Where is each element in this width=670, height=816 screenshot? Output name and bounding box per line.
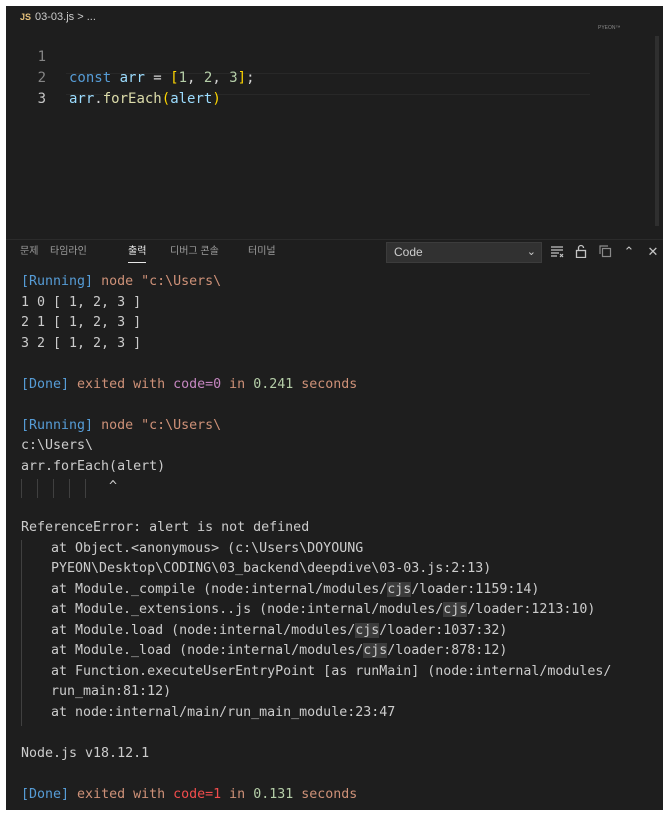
tab-debug-console[interactable]: 디버그 콘솔 <box>170 245 219 259</box>
minimap[interactable]: PYEON™ <box>598 25 621 31</box>
output-line: 1 0 [ 1, 2, 3 ] <box>21 295 142 310</box>
indent-guide <box>85 479 86 498</box>
code-text[interactable]: arr.forEach(alert) <box>69 89 221 110</box>
indent-guide <box>37 479 38 498</box>
breadcrumb-symbol[interactable]: ... <box>87 11 96 23</box>
output-line: at node:internal/main/run_main_module:23… <box>51 705 396 720</box>
code-line-2[interactable]: 2 arr.forEach(alert) <box>6 47 221 107</box>
output-line: [Done] exited with code=1 in 0.131 secon… <box>21 787 358 802</box>
maximize-panel-icon[interactable]: ⌃ <box>621 244 637 260</box>
vscode-window: JS 03-03.js > ... PYEON™ 1 const arr = [1… <box>6 6 663 810</box>
output-line: [Done] exited with code=0 in 0.241 secon… <box>21 377 358 392</box>
javascript-file-icon: JS <box>20 12 32 22</box>
output-channel-select[interactable]: Code ⌄ <box>386 242 542 263</box>
tab-problems[interactable]: 문제 <box>20 245 38 259</box>
output-line: at Module._load (node:internal/modules/c… <box>51 643 508 658</box>
output-line: at Function.executeUserEntryPoint [as ru… <box>51 664 612 679</box>
code-text[interactable]: const arr = [1, 2, 3]; <box>69 68 255 89</box>
copy-icon[interactable] <box>597 244 613 260</box>
code-line-1[interactable]: 1 const arr = [1, 2, 3]; <box>6 26 255 86</box>
output-line: at Module.load (node:internal/modules/cj… <box>51 623 508 638</box>
output-line: at Module._compile (node:internal/module… <box>51 582 540 597</box>
output-line: c:\Users\ <box>21 438 94 453</box>
output-channel-value: Code <box>394 245 423 259</box>
chevron-down-icon: ⌄ <box>526 246 536 258</box>
output-line: [Running] node "c:\Users\ <box>21 274 222 289</box>
output-line: Node.js v18.12.1 <box>21 746 150 761</box>
clear-output-icon[interactable] <box>549 244 565 260</box>
tab-terminal[interactable]: 터미널 <box>248 245 276 259</box>
tab-timeline[interactable]: 타임라인 <box>50 245 87 259</box>
output-panel[interactable]: [Running] node "c:\Users\ 1 0 [ 1, 2, 3 … <box>6 268 663 810</box>
chevron-right-icon: > <box>77 11 84 23</box>
indent-guide <box>21 479 22 498</box>
lock-scroll-icon[interactable] <box>573 244 589 260</box>
panel-divider[interactable] <box>6 239 663 240</box>
output-line: run_main:81:12) <box>51 684 172 699</box>
editor-scrollbar[interactable] <box>655 36 659 226</box>
output-line: 3 2 [ 1, 2, 3 ] <box>21 336 142 351</box>
close-panel-icon[interactable]: ✕ <box>645 244 661 260</box>
code-line-3[interactable]: 3 <box>6 68 57 107</box>
output-line: ^ <box>109 479 118 494</box>
indent-guide <box>69 479 70 498</box>
indent-guide <box>21 540 22 726</box>
output-line: arr.forEach(alert) <box>21 459 166 474</box>
output-line: ReferenceError: alert is not defined <box>21 520 310 535</box>
indent-guide <box>53 479 54 498</box>
output-line: PYEON\Desktop\CODING\03_backend\deepdive… <box>51 561 492 576</box>
output-line: 2 1 [ 1, 2, 3 ] <box>21 315 142 330</box>
output-line: [Running] node "c:\Users\ <box>21 418 222 433</box>
tab-output[interactable]: 출력 <box>128 245 147 263</box>
output-line: at Module._extensions..js (node:internal… <box>51 602 596 617</box>
line-number: 3 <box>37 91 46 107</box>
breadcrumb-file[interactable]: 03-03.js <box>35 11 74 23</box>
output-line: at Object.<anonymous> (c:\Users\DOYOUNG <box>51 541 364 556</box>
